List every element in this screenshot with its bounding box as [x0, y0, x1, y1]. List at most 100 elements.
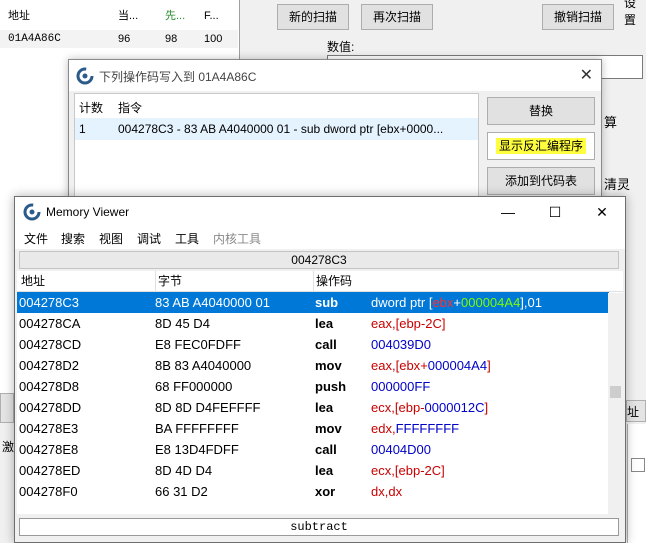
address-cell: 004278D2 — [19, 358, 79, 373]
table-row[interactable]: 004278DD 8D 8D D4FEFFFF lea ecx,[ebp-000001… — [17, 397, 609, 418]
next-scan-button[interactable]: 再次扫描 — [361, 4, 433, 30]
address-table-edge — [627, 424, 646, 543]
address-value: 01A4A86C — [8, 33, 61, 45]
column-previous-header[interactable]: 先... — [165, 4, 185, 28]
operand-cell: ecx,[ebp-2C] — [371, 463, 445, 478]
splitter[interactable] — [0, 393, 14, 423]
table-row[interactable]: 004278E3 BA FFFFFFFF mov edx,FFFFFFFF — [17, 418, 609, 439]
undo-scan-button[interactable]: 撤销扫描 — [542, 4, 614, 30]
bytes-cell: 8D 8D D4FEFFFF — [155, 400, 261, 415]
close-icon[interactable]: ✕ — [579, 197, 625, 227]
show-disassembler-button[interactable]: 显示反汇编程序 — [487, 132, 595, 160]
address-header-fragment: 址 — [626, 400, 646, 422]
operand-cell: ecx,[ebp-0000012C] — [371, 400, 489, 415]
bytes-cell: 8D 45 D4 — [155, 316, 210, 331]
table-row[interactable]: 004278CD E8 FEC0FDFF call 004039D0 — [17, 334, 609, 355]
table-row[interactable]: 1 004278C3 - 83 AB A4040000 01 - sub dwo… — [75, 118, 478, 140]
memory-viewer-titlebar[interactable]: Memory Viewer — ☐ ✕ — [15, 197, 625, 227]
operand-cell: dx,dx — [371, 484, 403, 499]
table-row[interactable]: 004278C3 83 AB A4040000 01 sub dword ptr [e… — [17, 292, 609, 313]
address-cell: 004278ED — [19, 463, 81, 478]
minimize-icon[interactable]: — — [485, 197, 531, 227]
column-bytes-header[interactable]: 字节 — [155, 271, 182, 291]
operand-cell: 004039D0 — [371, 337, 431, 352]
menu-search[interactable]: 搜索 — [61, 230, 85, 247]
settings-label[interactable]: 设置 — [624, 0, 646, 28]
current-value: 96 — [118, 33, 131, 45]
column-address-header[interactable]: 地址 — [21, 271, 45, 291]
disassembler-rows: 004278C3 83 AB A4040000 01 sub dword ptr [e… — [17, 292, 623, 514]
list-item[interactable]: 01A4A86C 96 98 100 — [0, 30, 238, 48]
fragment-label: 激 — [2, 440, 15, 454]
previous-value: 98 — [165, 33, 178, 45]
bytes-cell: BA FFFFFFFF — [155, 421, 239, 436]
table-row[interactable]: 004278D2 8B 83 A4040000 mov eax,[ebx+000004… — [17, 355, 609, 376]
operand-cell: dword ptr [ebx+000004A4],01 — [371, 295, 543, 310]
column-instruction-header[interactable]: 指令 — [118, 99, 142, 116]
address-cell: 004278E3 — [19, 421, 79, 436]
opcode-cell: lea — [315, 463, 334, 478]
table-row[interactable]: 004278E8 E8 13D4FDFF call 00404D00 — [17, 439, 609, 460]
current-address-bar[interactable]: 004278C3 — [19, 251, 619, 269]
operand-cell: eax,[ebx+000004A4] — [371, 358, 491, 373]
count-value: 1 — [79, 122, 86, 136]
menu-debug[interactable]: 调试 — [137, 230, 161, 247]
add-to-codelist-button[interactable]: 添加到代码表 — [487, 167, 595, 195]
table-row[interactable]: 004278D8 68 FF000000 push 000000FF — [17, 376, 609, 397]
fragment-label: 址 — [627, 405, 640, 419]
address-cell: 004278CA — [19, 316, 81, 331]
new-scan-button[interactable]: 新的扫描 — [277, 4, 349, 30]
dialog-titlebar[interactable]: 下列操作码写入到 01A4A86C ✕ — [69, 60, 601, 91]
cheat-engine-icon — [76, 67, 94, 85]
opcode-cell: sub — [315, 295, 339, 310]
first-value: 100 — [204, 33, 223, 45]
column-opcode-header[interactable]: 操作码 — [313, 271, 352, 291]
bytes-cell: E8 FEC0FDFF — [155, 337, 241, 352]
window-controls: — ☐ ✕ — [485, 197, 625, 227]
show-disassembler-label: 显示反汇编程序 — [495, 138, 586, 154]
checkbox[interactable] — [631, 458, 645, 472]
operand-cell: 00404D00 — [371, 442, 431, 457]
table-row[interactable]: 004278F0 66 31 D2 xor dx,dx — [17, 481, 609, 502]
operand-cell: edx,FFFFFFFF — [371, 421, 460, 436]
fragment-label: 算 — [604, 115, 618, 130]
table-row[interactable]: 004278ED 8D 4D D4 lea ecx,[ebp-2C] — [17, 460, 609, 481]
value-label: 数值: — [327, 40, 355, 54]
opcode-cell: call — [315, 337, 337, 352]
menu-file[interactable]: 文件 — [24, 230, 48, 247]
address-cell: 004278F0 — [19, 484, 78, 499]
column-address-header[interactable]: 地址 — [8, 4, 30, 28]
menu-view[interactable]: 视图 — [99, 230, 123, 247]
table-row[interactable]: 004278CA 8D 45 D4 lea eax,[ebp-2C] — [17, 313, 609, 334]
bytes-cell: 83 AB A4040000 01 — [155, 295, 270, 310]
fragment-label: 清灵 — [604, 177, 631, 192]
opcode-cell: mov — [315, 421, 342, 436]
opcode-cell: call — [315, 442, 337, 457]
operand-cell: 000000FF — [371, 379, 431, 394]
close-icon[interactable]: ✕ — [580, 65, 593, 85]
menu-kernel-tools[interactable]: 内核工具 — [213, 230, 261, 247]
disassembler-view[interactable]: 地址 字节 操作码 004278C3 83 AB A4040000 01 sub dw… — [17, 271, 623, 514]
bytes-cell: 66 31 D2 — [155, 484, 208, 499]
menu-tools[interactable]: 工具 — [175, 230, 199, 247]
opcode-cell: lea — [315, 316, 334, 331]
cheat-engine-icon — [23, 203, 41, 221]
opcode-cell: mov — [315, 358, 342, 373]
bytes-cell: 8B 83 A4040000 — [155, 358, 252, 373]
column-first-header[interactable]: F... — [204, 4, 219, 28]
replace-button[interactable]: 替换 — [487, 97, 595, 125]
opcode-cell: lea — [315, 400, 334, 415]
instruction-description-bar: subtract — [19, 518, 619, 536]
scrollbar[interactable] — [608, 293, 623, 514]
address-cell: 004278CD — [19, 337, 82, 352]
dialog-title: 下列操作码写入到 01A4A86C — [99, 70, 257, 84]
bytes-cell: 68 FF000000 — [155, 379, 233, 394]
address-cell: 004278D8 — [19, 379, 79, 394]
scrollbar-thumb[interactable] — [610, 386, 621, 398]
column-current-header[interactable]: 当... — [118, 4, 138, 28]
column-count-header[interactable]: 计数 — [79, 99, 103, 116]
maximize-icon[interactable]: ☐ — [532, 197, 578, 227]
operand-cell: eax,[ebp-2C] — [371, 316, 446, 331]
menu-bar: 文件 搜索 视图 调试 工具 内核工具 — [15, 227, 625, 249]
opcode-cell: push — [315, 379, 347, 394]
